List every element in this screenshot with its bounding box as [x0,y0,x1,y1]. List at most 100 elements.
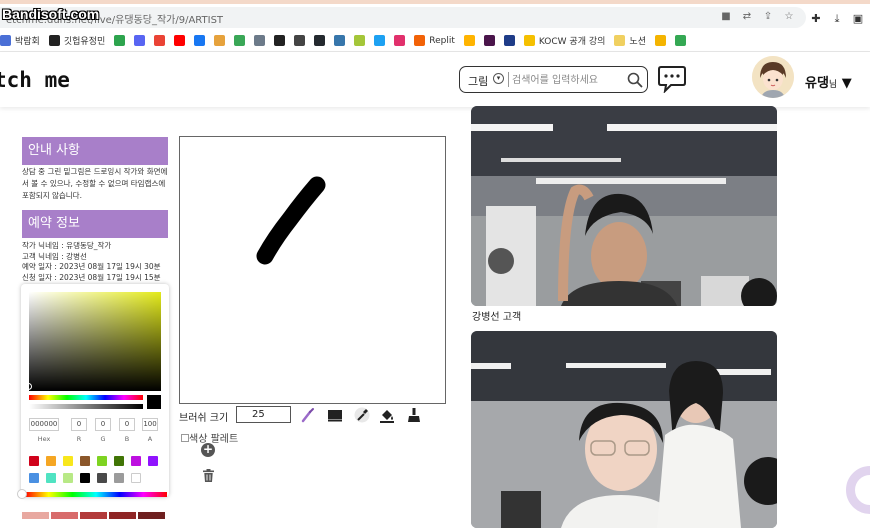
color-swatch[interactable] [63,473,73,483]
floating-chat-button[interactable] [846,466,870,514]
bookmark-label: 노션 [629,37,646,47]
bookmark-item[interactable] [354,35,366,46]
user-avatar[interactable] [752,56,794,98]
drawing-canvas[interactable] [179,136,446,404]
user-menu[interactable]: 유댕님 ▼ [805,72,852,91]
color-swatch[interactable] [46,456,56,466]
color-swatch[interactable] [80,473,90,483]
chevron-down-icon[interactable]: ▾ [493,73,504,84]
search-category-select[interactable]: 그림 [468,73,488,89]
palette-hue-handle[interactable] [17,489,27,499]
download-icon[interactable]: ⤓ [831,13,843,25]
bookmark-item[interactable]: 박람회 [0,34,40,47]
bookmark-star-icon[interactable]: ☆ [783,11,795,23]
bookmark-item[interactable] [483,35,495,46]
color-swatch[interactable] [131,473,141,483]
site-logo[interactable]: tch me [0,68,70,92]
bookmark-item[interactable] [394,35,406,46]
b-field[interactable]: 0 [119,418,135,431]
color-swatch[interactable] [80,456,90,466]
saved-color-swatch[interactable] [51,512,78,519]
saturation-value-area[interactable] [29,292,161,391]
booking-info-line: 신청 일자 : 2023년 08월 17일 19시 15분 [22,272,161,282]
a-field[interactable]: 100 [142,418,158,431]
color-swatch[interactable] [63,456,73,466]
r-field[interactable]: 0 [71,418,87,431]
translate-icon[interactable]: ⇄ [741,11,753,23]
palette-hue-bar[interactable] [25,492,167,497]
bookmark-item[interactable] [374,35,386,46]
bookmark-item[interactable] [463,35,475,46]
customer-video-feed [471,106,777,306]
bookmark-favicon-icon [0,35,11,46]
eyedropper-icon[interactable] [354,407,370,423]
bookmark-favicon-icon [274,35,286,46]
saturation-handle[interactable] [25,383,32,390]
color-swatch[interactable] [46,473,56,483]
bookmark-item[interactable] [503,35,515,46]
side-panel-icon[interactable]: ▣ [852,13,864,25]
search-icon[interactable] [627,72,643,88]
color-swatch[interactable] [97,456,107,466]
share-icon[interactable]: ⇪ [762,11,774,23]
paint-bucket-icon[interactable] [379,407,395,423]
saved-color-swatch[interactable] [138,512,165,519]
search-divider [508,72,509,87]
bookmark-favicon-icon [314,35,326,46]
brush-size-input[interactable]: 25 [236,406,291,423]
saved-color-swatch[interactable] [22,512,49,519]
bookmark-item[interactable] [334,35,346,46]
bookmark-item[interactable] [294,35,306,46]
bookmark-item[interactable] [174,35,186,46]
g-field[interactable]: 0 [95,418,111,431]
hue-slider[interactable] [29,395,143,400]
username-label: 유댕 [805,76,829,91]
booking-info-line: 작가 닉네임 : 유댕동당_작가 [22,241,112,250]
color-swatch[interactable] [148,456,158,466]
bookmark-favicon-icon [523,35,535,46]
bookmark-favicon-icon [394,35,406,46]
bookmark-item[interactable]: KOCW 공개 강의 [523,34,605,47]
color-swatch[interactable] [29,473,39,483]
bookmark-item[interactable] [214,35,226,46]
bookmark-item[interactable] [154,35,166,46]
color-swatch[interactable] [97,473,107,483]
saved-color-swatch[interactable] [109,512,136,519]
booking-info-line: 고객 닉네임 : 강병선 [22,251,87,261]
hex-label: Hex [37,435,51,443]
saved-color-swatch[interactable] [80,512,107,519]
bookmark-favicon-icon [194,35,206,46]
color-swatch[interactable] [114,473,124,483]
booking-info-list: 작가 닉네임 : 유댕동당_작가 고객 닉네임 : 강병선 예약 일자 : 2023… [22,241,168,283]
alpha-slider[interactable] [29,404,143,409]
camera-icon[interactable]: ■ [720,11,732,23]
color-swatch[interactable] [114,456,124,466]
bookmark-item[interactable] [274,35,286,46]
bookmark-item[interactable] [134,35,146,46]
bookmark-item[interactable] [254,35,266,46]
bookmark-item[interactable] [654,35,666,46]
color-swatch[interactable] [131,456,141,466]
bookmark-item[interactable] [194,35,206,46]
search-input[interactable] [512,71,622,89]
eraser-brush-icon[interactable] [406,407,422,423]
bookmark-item[interactable] [674,35,686,46]
bookmark-item[interactable] [114,35,126,46]
rectangle-tool-icon[interactable] [327,407,343,423]
bookmark-item[interactable] [234,35,246,46]
color-swatch[interactable] [29,456,39,466]
url-field[interactable]: etchme.duns.net/live/유댕동당_작가/9/ARTIST [0,7,806,28]
extensions-icon[interactable]: ✚ [810,13,822,25]
bookmark-item[interactable]: 노션 [614,34,646,47]
bookmark-favicon-icon [134,35,146,46]
bookmark-item[interactable] [314,35,326,46]
bookmark-item[interactable]: Replit [414,35,455,46]
chat-icon[interactable] [657,65,687,93]
add-color-button[interactable]: + [201,443,215,457]
hex-field[interactable]: 000000 [29,418,59,431]
bookmark-item[interactable]: 깃헙유정민 [48,34,105,47]
brush-tool-icon[interactable] [300,407,316,423]
bookmark-favicon-icon [414,35,426,46]
trash-icon[interactable] [203,469,214,482]
notice-title: 안내 사항 [22,137,168,165]
